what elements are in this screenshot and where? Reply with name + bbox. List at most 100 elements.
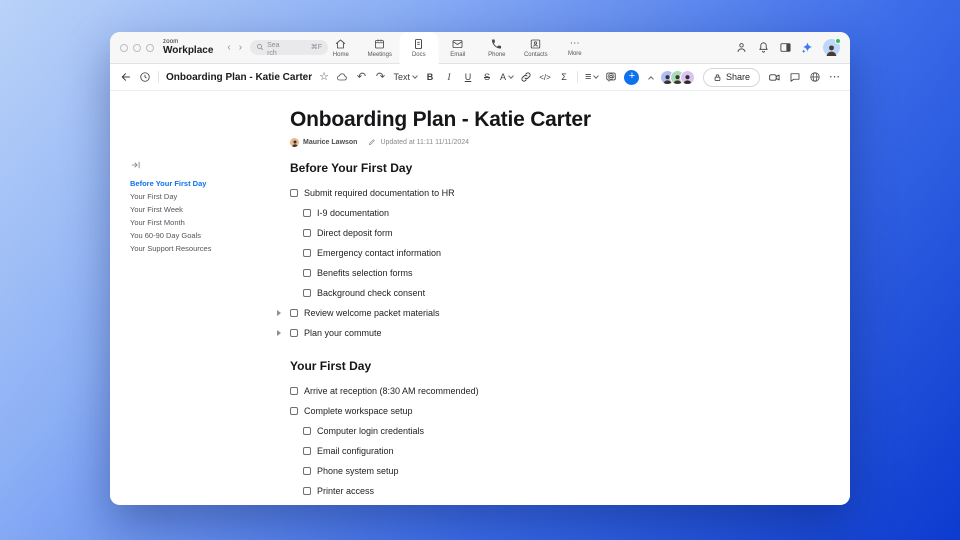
maximize-window-button[interactable]	[146, 43, 154, 52]
outline-label: Your Support Resources	[130, 244, 212, 253]
calendar-icon	[375, 39, 385, 48]
checklist-item[interactable]: Phone system setup	[290, 461, 735, 481]
comment-icon[interactable]	[605, 71, 617, 83]
person-silhouette-icon	[826, 45, 837, 56]
link-icon[interactable]	[520, 71, 532, 83]
collapse-toolbar-icon[interactable]	[648, 75, 655, 82]
ai-add-button[interactable]: +	[624, 69, 640, 85]
bold-button[interactable]: B	[424, 68, 436, 86]
checklist-item[interactable]: Review welcome packet materials	[277, 303, 735, 323]
history-forward-button[interactable]: ›	[235, 42, 246, 53]
page-title: Onboarding Plan - Katie Carter	[290, 108, 591, 131]
window-controls[interactable]	[120, 43, 154, 52]
checkbox[interactable]	[303, 467, 311, 475]
share-button[interactable]: Share	[702, 67, 760, 87]
collapse-outline-icon[interactable]	[131, 160, 141, 170]
checklist-item[interactable]: Complete workspace setup	[290, 401, 735, 421]
more-options-icon[interactable]: ⋯	[829, 71, 840, 83]
checkbox[interactable]	[290, 387, 298, 395]
checklist-item[interactable]: I-9 documentation	[290, 203, 735, 223]
checklist-item[interactable]: Background check consent	[290, 283, 735, 303]
checkbox[interactable]	[303, 249, 311, 257]
outline-item[interactable]: Your Support Resources	[130, 242, 280, 255]
side-panel-icon[interactable]	[779, 41, 792, 54]
tab-more[interactable]: ⋯ More	[555, 32, 594, 63]
checklist-item[interactable]: Arrive at reception (8:30 AM recommended…	[290, 381, 735, 401]
checklist-item[interactable]: Email configuration	[290, 441, 735, 461]
checkbox[interactable]	[303, 289, 311, 297]
doc-home-icon[interactable]	[139, 71, 151, 83]
checklist-item[interactable]: Emergency contact information	[290, 243, 735, 263]
phone-icon	[492, 38, 502, 48]
home-icon	[336, 39, 346, 48]
chat-icon[interactable]	[789, 71, 801, 83]
chevron-down-icon	[593, 73, 600, 79]
checkbox[interactable]	[290, 309, 298, 317]
checkbox[interactable]	[290, 407, 298, 415]
outline-item[interactable]: Before Your First Day	[130, 177, 280, 190]
history-back-button[interactable]: ‹	[223, 42, 234, 53]
presence-dot	[835, 38, 841, 44]
checklist-label: Printer access	[317, 486, 375, 496]
tab-meetings[interactable]: Meetings	[360, 32, 399, 63]
text-color-dropdown[interactable]: A	[500, 68, 514, 86]
zoom-workplace-logo: zoom Workplace	[163, 39, 213, 56]
video-camera-icon[interactable]	[768, 71, 781, 84]
minimize-window-button[interactable]	[133, 43, 141, 52]
doc-meta: Maurice Lawson Updated at 11:11 11/11/20…	[290, 137, 735, 147]
search-input[interactable]: Search ⌘F	[250, 40, 329, 57]
text-style-dropdown[interactable]: Text	[394, 68, 418, 86]
code-block-button[interactable]: </>	[539, 68, 551, 86]
checkbox[interactable]	[303, 209, 311, 217]
checklist-item[interactable]: Benefits selection forms	[290, 263, 735, 283]
underline-button[interactable]: U	[462, 68, 474, 86]
caret-right-icon[interactable]	[277, 330, 281, 336]
outline-item[interactable]: Your First Day	[130, 190, 280, 203]
equation-button[interactable]: Σ	[558, 68, 570, 86]
back-arrow-icon[interactable]	[120, 71, 132, 83]
undo-button[interactable]: ↶	[356, 68, 368, 86]
tab-contacts[interactable]: Contacts	[516, 32, 555, 63]
checklist-label: Direct deposit form	[317, 228, 393, 238]
ai-companion-sparkle-icon[interactable]	[801, 41, 814, 54]
notifications-bell-icon[interactable]	[757, 41, 770, 54]
checkbox[interactable]	[290, 329, 298, 337]
checkbox[interactable]	[290, 189, 298, 197]
checkbox[interactable]	[303, 269, 311, 277]
tab-label: Meetings	[367, 51, 392, 58]
checkbox[interactable]	[303, 487, 311, 495]
collaborator-avatars[interactable]	[659, 69, 695, 85]
tab-docs[interactable]: Docs	[399, 32, 439, 64]
titlebar: zoom Workplace ‹ › Search ⌘F Home Meetin…	[110, 32, 850, 64]
checklist-item[interactable]: Printer access	[290, 481, 735, 501]
checkbox[interactable]	[303, 427, 311, 435]
user-avatar[interactable]	[823, 38, 841, 56]
profile-icon[interactable]	[735, 41, 748, 54]
checklist-item[interactable]: Plan your commute	[277, 323, 735, 343]
search-icon	[257, 44, 264, 51]
close-window-button[interactable]	[120, 43, 128, 52]
outline-item[interactable]: You 60-90 Day Goals	[130, 229, 280, 242]
redo-button[interactable]: ↷	[375, 68, 387, 86]
edit-pen-icon	[369, 139, 376, 146]
checkbox[interactable]	[303, 229, 311, 237]
doc-toolbar: Onboarding Plan - Katie Carter ☆ ↶ ↷ Tex…	[110, 64, 850, 91]
caret-right-icon[interactable]	[277, 310, 281, 316]
italic-button[interactable]: I	[443, 68, 455, 86]
globe-icon[interactable]	[809, 71, 821, 83]
outline-item[interactable]: Your First Week	[130, 203, 280, 216]
checklist-item[interactable]: Computer login credentials	[290, 421, 735, 441]
updated-timestamp: Updated at 11:11 11/11/2024	[380, 138, 470, 146]
strikethrough-button[interactable]: S	[481, 68, 493, 86]
checklist-item[interactable]: Submit required documentation to HR	[290, 183, 735, 203]
star-favorite-icon[interactable]: ☆	[319, 71, 329, 83]
tab-email[interactable]: Email	[438, 32, 477, 63]
tab-phone[interactable]: Phone	[477, 32, 516, 63]
outline-label: Before Your First Day	[130, 179, 207, 188]
checkbox[interactable]	[303, 447, 311, 455]
checklist-label: Plan your commute	[304, 328, 382, 338]
list-format-dropdown[interactable]: ≡	[585, 68, 600, 86]
tab-home[interactable]: Home	[321, 32, 360, 63]
checklist-item[interactable]: Direct deposit form	[290, 223, 735, 243]
outline-item[interactable]: Your First Month	[130, 216, 280, 229]
